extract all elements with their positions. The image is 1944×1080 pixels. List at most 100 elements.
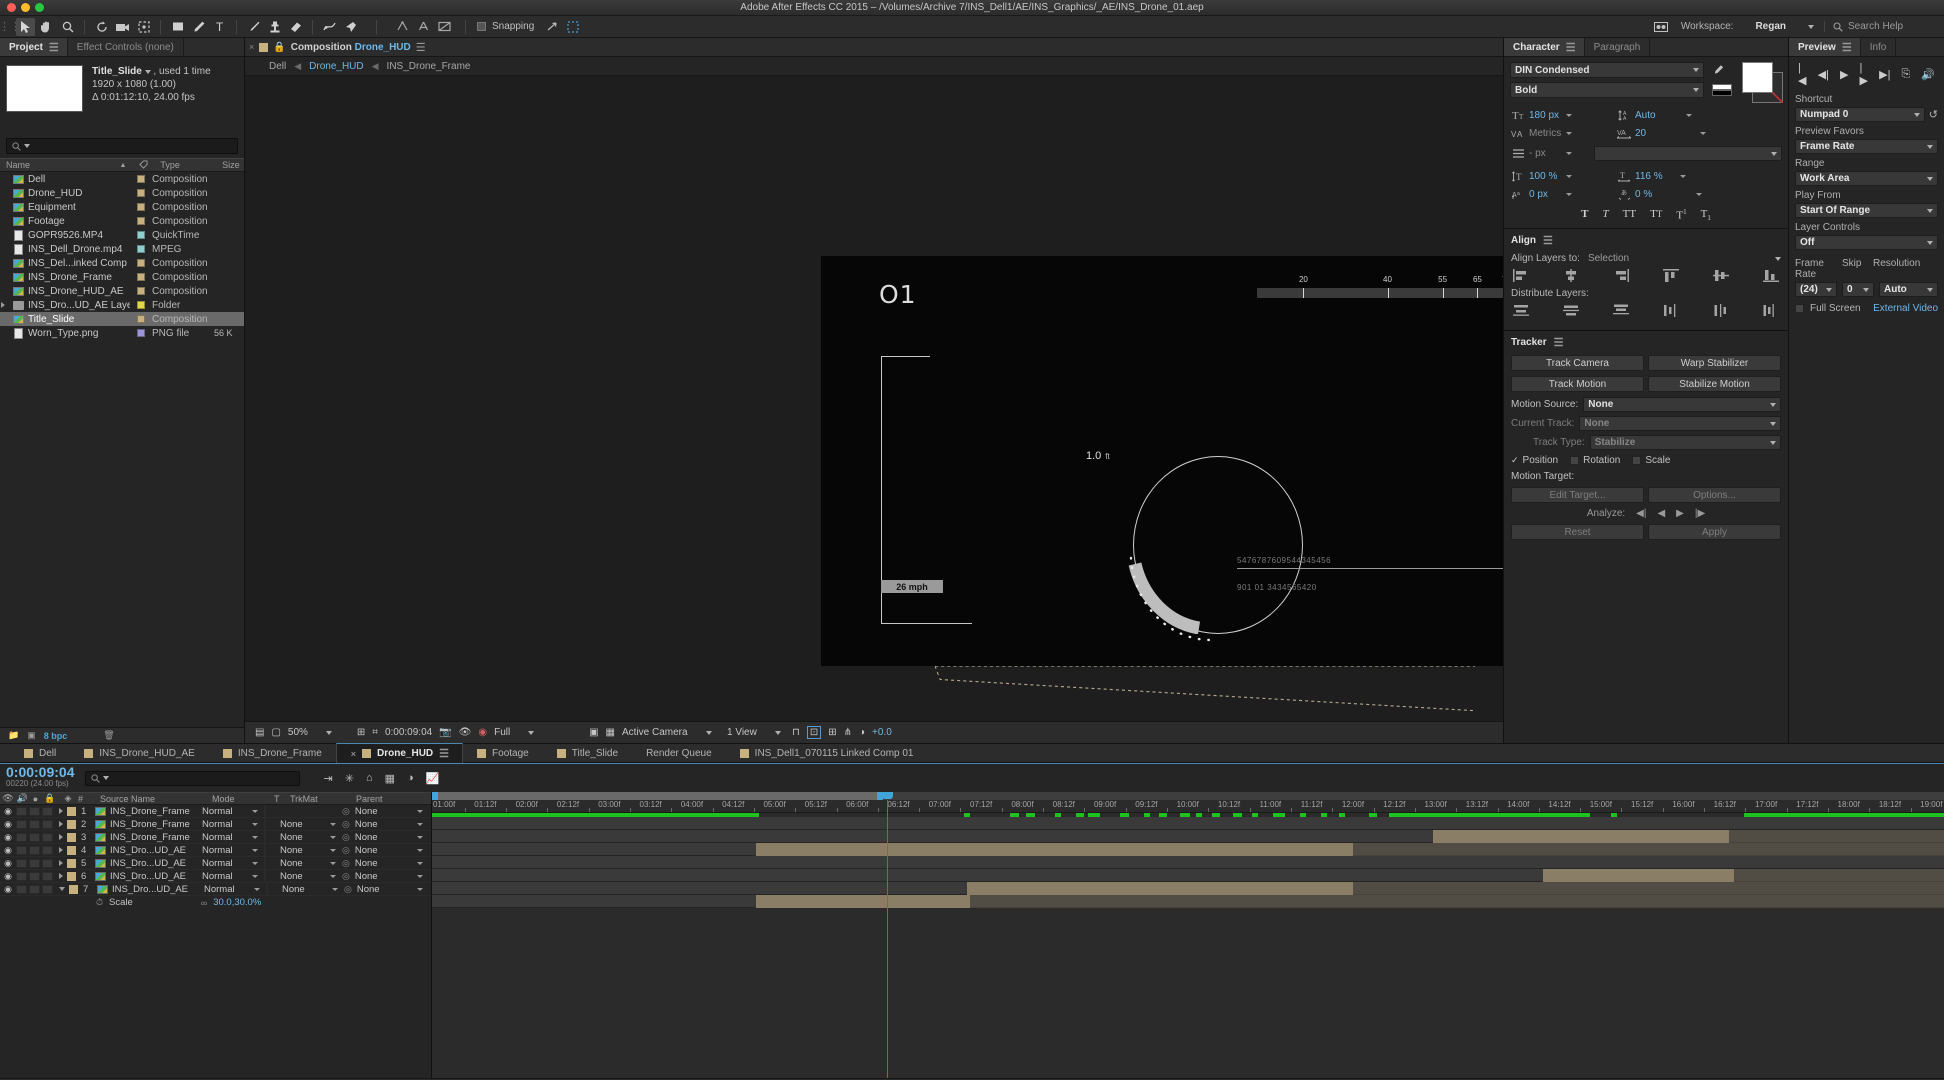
- shortcut-selector[interactable]: Numpad 0: [1795, 107, 1925, 122]
- position-checkbox[interactable]: ✓: [1511, 455, 1519, 466]
- always-preview-icon[interactable]: ▤: [255, 727, 264, 738]
- layer-duration-bar[interactable]: [1433, 830, 1729, 843]
- graph-editor-icon[interactable]: 📈: [426, 772, 440, 785]
- comp-flowchart-icon[interactable]: ⋔: [844, 727, 852, 738]
- layer-disclosure-icon[interactable]: [59, 834, 63, 840]
- layer-disclosure-icon[interactable]: [59, 847, 63, 853]
- channel-rgb-icon[interactable]: ◉: [478, 727, 487, 738]
- toggle-transparency-icon[interactable]: ▢: [271, 727, 280, 738]
- panel-menu-icon[interactable]: ☰: [1842, 41, 1851, 54]
- snap-arrow-icon[interactable]: [542, 18, 561, 36]
- panel-menu-icon[interactable]: ☰: [1543, 234, 1552, 247]
- roto-brush-tool-icon[interactable]: [320, 18, 339, 36]
- disclosure-triangle-icon[interactable]: [1, 302, 5, 308]
- timeline-layer-rows[interactable]: ◉1INS_Drone_FrameNormal◎None◉2INS_Drone_…: [0, 805, 431, 909]
- timeline-layer-row[interactable]: ◉2INS_Drone_FrameNormalNone◎None: [0, 818, 431, 831]
- work-area-start-handle[interactable]: [432, 792, 438, 800]
- layer-audio-toggle[interactable]: [16, 872, 27, 881]
- layer-audio-toggle[interactable]: [16, 885, 27, 894]
- layer-t-cell[interactable]: [264, 845, 280, 856]
- comp-strip-tab[interactable]: Dell: [10, 743, 70, 763]
- timeline-layer-row[interactable]: ◉5INS_Dro...UD_AENormalNone◎None: [0, 857, 431, 870]
- project-item-label-chip[interactable]: [130, 203, 152, 211]
- frame-blending-icon[interactable]: ▦: [385, 772, 395, 785]
- chevron-down-icon[interactable]: [145, 70, 151, 74]
- layer-label-chip[interactable]: [67, 807, 76, 816]
- project-item-label-chip[interactable]: [130, 245, 152, 253]
- fill-stroke-swatches[interactable]: [1736, 62, 1782, 100]
- layer-duration-bar-tail[interactable]: [1729, 830, 1944, 843]
- layer-label-chip[interactable]: [67, 833, 76, 842]
- project-search-input[interactable]: [6, 138, 238, 154]
- panel-menu-icon[interactable]: ☰: [439, 747, 448, 760]
- first-frame-icon[interactable]: |◀: [1798, 62, 1807, 87]
- tab-paragraph[interactable]: Paragraph: [1585, 38, 1651, 56]
- project-item-row[interactable]: GOPR9526.MP4QuickTime: [0, 228, 244, 242]
- external-video-label[interactable]: External Video: [1873, 303, 1938, 314]
- layer-lock-toggle[interactable]: [42, 846, 53, 855]
- chevron-down-icon[interactable]: [1770, 403, 1776, 407]
- preview-favors-selector[interactable]: Frame Rate: [1795, 139, 1938, 154]
- layer-controls-selector[interactable]: Off: [1795, 235, 1938, 250]
- layer-mode-selector[interactable]: Normal: [202, 832, 264, 843]
- chevron-down-icon[interactable]: [1927, 145, 1933, 149]
- layer-lock-toggle[interactable]: [42, 885, 53, 894]
- stopwatch-icon[interactable]: ⏱: [96, 897, 103, 908]
- pan-behind-tool-icon[interactable]: [134, 18, 153, 36]
- current-time-indicator[interactable]: [887, 800, 888, 1078]
- fast-previews-icon[interactable]: ⊡: [807, 726, 821, 739]
- layer-parent-selector[interactable]: ◎None: [344, 884, 431, 895]
- reset-button[interactable]: Reset: [1511, 524, 1644, 540]
- tab-effect-controls[interactable]: Effect Controls (none): [68, 38, 184, 56]
- distribute-bottom-button[interactable]: [1613, 304, 1629, 317]
- chevron-down-icon[interactable]: [1771, 152, 1777, 156]
- stabilize-motion-button[interactable]: Stabilize Motion: [1648, 376, 1781, 392]
- analyze-forward-icon[interactable]: ▶: [1676, 508, 1684, 519]
- comp-strip-tab[interactable]: ×Drone_HUD☰: [336, 743, 463, 763]
- composition-canvas[interactable]: O1 204055657080 26 mph 1.0ft 54: [821, 256, 1503, 666]
- type-tool-icon[interactable]: T: [210, 18, 229, 36]
- layer-label-chip[interactable]: [67, 820, 76, 829]
- panel-menu-icon[interactable]: ☰: [49, 41, 58, 54]
- track-camera-button[interactable]: Track Camera: [1511, 355, 1644, 371]
- project-item-row[interactable]: EquipmentComposition: [0, 200, 244, 214]
- align-left-icon[interactable]: [393, 18, 412, 36]
- chevron-down-icon[interactable]: [1566, 152, 1572, 155]
- project-item-label-chip[interactable]: [130, 273, 152, 281]
- layer-disclosure-icon[interactable]: [59, 860, 63, 866]
- layer-t-cell[interactable]: [266, 884, 282, 895]
- layer-duration-bar[interactable]: [756, 843, 1353, 856]
- distribute-top-button[interactable]: [1513, 304, 1529, 317]
- vertical-scale-field[interactable]: T 100 %: [1510, 169, 1590, 183]
- timeline-layer-row[interactable]: ◉3INS_Drone_FrameNormalNone◎None: [0, 831, 431, 844]
- align-right-button[interactable]: [1613, 269, 1629, 282]
- project-item-label-chip[interactable]: [130, 315, 152, 323]
- ram-preview-icon[interactable]: ⎘: [1901, 68, 1910, 81]
- column-type[interactable]: Type: [154, 160, 216, 170]
- work-area-range[interactable]: [432, 792, 883, 800]
- shape-tool-icon[interactable]: [168, 18, 187, 36]
- timeline-layer-row[interactable]: ◉1INS_Drone_FrameNormal◎None: [0, 805, 431, 818]
- layer-parent-selector[interactable]: ◎None: [342, 858, 431, 869]
- layer-label-chip[interactable]: [67, 859, 76, 868]
- layer-visibility-icon[interactable]: ◉: [0, 806, 16, 817]
- panel-menu-icon[interactable]: ☰: [1566, 41, 1575, 54]
- edit-target-button[interactable]: Edit Target...: [1511, 487, 1644, 503]
- comp-strip-tab[interactable]: Title_Slide: [543, 743, 632, 763]
- composition-tab-strip[interactable]: DellINS_Drone_HUD_AEINS_Drone_Frame×Dron…: [0, 743, 1944, 763]
- layer-solo-toggle[interactable]: [29, 885, 40, 894]
- timeline-track-row[interactable]: [432, 869, 1944, 882]
- project-item-row[interactable]: INS_Drone_FrameComposition: [0, 270, 244, 284]
- distribute-right-button[interactable]: [1763, 304, 1779, 317]
- chevron-down-icon[interactable]: [1927, 177, 1933, 181]
- puppet-pin-tool-icon[interactable]: [341, 18, 360, 36]
- layer-mode-selector[interactable]: Normal: [202, 871, 264, 882]
- faux-bold-icon[interactable]: T: [1581, 208, 1588, 222]
- align-vertical-center-button[interactable]: [1713, 269, 1729, 282]
- chevron-down-icon[interactable]: [1863, 288, 1869, 292]
- clone-stamp-tool-icon[interactable]: [265, 18, 284, 36]
- analyze-back-one-icon[interactable]: ◀|: [1636, 508, 1646, 519]
- project-item-row[interactable]: FootageComposition: [0, 214, 244, 228]
- project-item-row[interactable]: INS_Drone_HUD_AEComposition: [0, 284, 244, 298]
- distribute-horizontal-center-button[interactable]: [1713, 304, 1729, 317]
